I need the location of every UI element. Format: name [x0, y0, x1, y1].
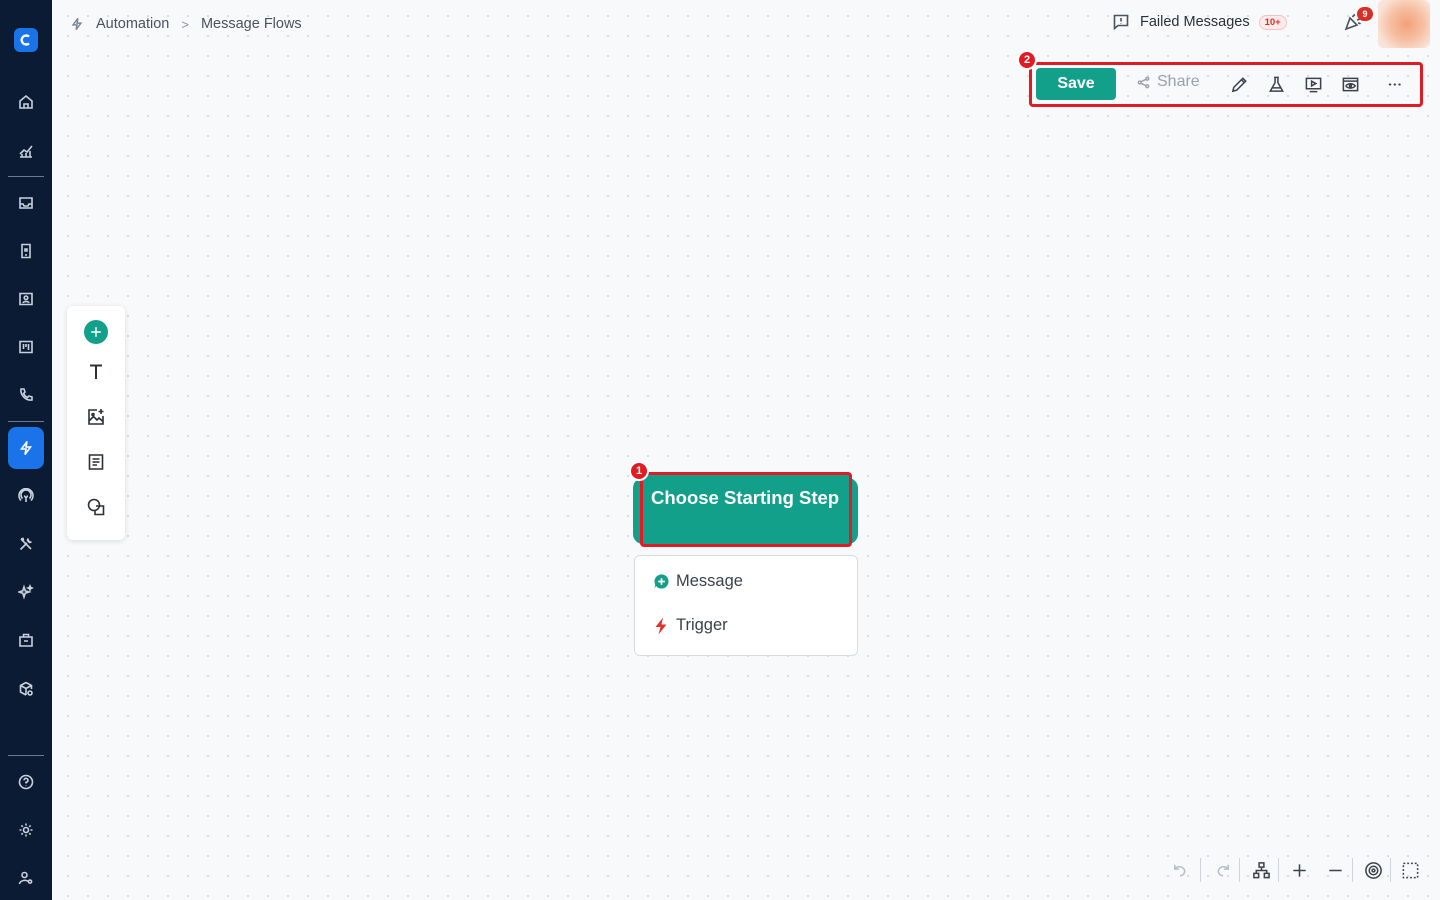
breadcrumb-automation[interactable]: Automation	[96, 16, 169, 32]
option-trigger-label: Trigger	[676, 616, 728, 634]
controls-divider	[1239, 858, 1240, 882]
lightning-icon	[71, 17, 83, 31]
zoom-in-icon[interactable]	[1287, 858, 1311, 882]
starting-step-options: Message Trigger	[634, 555, 858, 656]
breadcrumb: Automation > Message Flows	[70, 14, 302, 34]
message-add-icon	[652, 573, 670, 591]
user-settings-icon[interactable]	[12, 864, 40, 892]
text-tool-icon[interactable]	[84, 360, 108, 384]
option-message[interactable]: Message	[652, 572, 743, 591]
option-message-label: Message	[676, 572, 743, 590]
inbox-icon[interactable]	[12, 189, 40, 217]
view-eye-icon[interactable]	[1339, 73, 1361, 95]
preview-play-icon[interactable]	[1302, 73, 1324, 95]
more-options-icon[interactable]	[1383, 73, 1405, 95]
ai-sparkle-icon[interactable]	[12, 578, 40, 606]
phone-icon[interactable]	[12, 381, 40, 409]
save-button[interactable]: Save	[1036, 68, 1116, 100]
contacts-icon[interactable]	[12, 285, 40, 313]
undo-icon[interactable]	[1167, 858, 1191, 882]
annotation-marker-2: 2	[1017, 50, 1037, 70]
redo-icon[interactable]	[1211, 858, 1235, 882]
briefcase-icon[interactable]	[12, 626, 40, 654]
tools-icon[interactable]	[12, 530, 40, 558]
help-icon[interactable]	[12, 768, 40, 796]
fit-view-icon[interactable]	[1398, 858, 1422, 882]
lightning-icon	[652, 617, 670, 635]
nav-divider	[8, 176, 44, 177]
nav-divider	[8, 421, 44, 422]
controls-divider	[1352, 858, 1353, 882]
focus-center-icon[interactable]	[1361, 858, 1385, 882]
annotation-marker-1: 1	[629, 461, 649, 481]
automation-icon[interactable]	[8, 427, 44, 469]
option-trigger[interactable]: Trigger	[652, 616, 728, 635]
failed-messages-label: Failed Messages	[1140, 14, 1250, 30]
user-avatar[interactable]	[1378, 0, 1430, 48]
note-icon[interactable]	[84, 450, 108, 474]
package-settings-icon[interactable]	[12, 675, 40, 703]
failed-messages-badge: 10+	[1258, 14, 1287, 30]
add-node-icon[interactable]	[84, 320, 108, 344]
mobile-icon[interactable]	[12, 237, 40, 265]
left-sidebar	[0, 0, 52, 900]
home-icon[interactable]	[12, 88, 40, 116]
shapes-icon[interactable]	[84, 495, 108, 519]
tool-palette	[67, 306, 125, 540]
app-logo[interactable]	[14, 28, 38, 52]
choose-starting-step-node[interactable]: Choose Starting Step	[640, 472, 852, 547]
controls-divider	[1390, 858, 1391, 882]
nav-divider	[8, 755, 44, 756]
message-alert-icon	[1113, 14, 1129, 31]
notifications-badge: 9	[1357, 7, 1373, 21]
test-flask-icon[interactable]	[1265, 73, 1287, 95]
controls-divider	[1278, 858, 1279, 882]
share-label: Share	[1157, 73, 1200, 90]
breadcrumb-separator: >	[181, 16, 189, 32]
analytics-icon[interactable]	[12, 137, 40, 165]
breadcrumb-current-page: Message Flows	[200, 16, 302, 32]
edit-pencil-icon[interactable]	[1228, 73, 1250, 95]
failed-messages-link[interactable]: Failed Messages 10+	[1112, 13, 1287, 31]
share-button[interactable]: Share	[1136, 73, 1200, 91]
settings-gear-icon[interactable]	[12, 816, 40, 844]
board-icon[interactable]	[12, 333, 40, 361]
auto-layout-icon[interactable]	[1249, 858, 1273, 882]
flow-canvas[interactable]	[52, 0, 1440, 900]
share-icon	[1137, 76, 1150, 88]
broadcast-icon[interactable]	[12, 482, 40, 510]
zoom-out-icon[interactable]	[1323, 858, 1347, 882]
controls-divider	[1200, 858, 1201, 882]
image-add-icon[interactable]	[84, 405, 108, 429]
